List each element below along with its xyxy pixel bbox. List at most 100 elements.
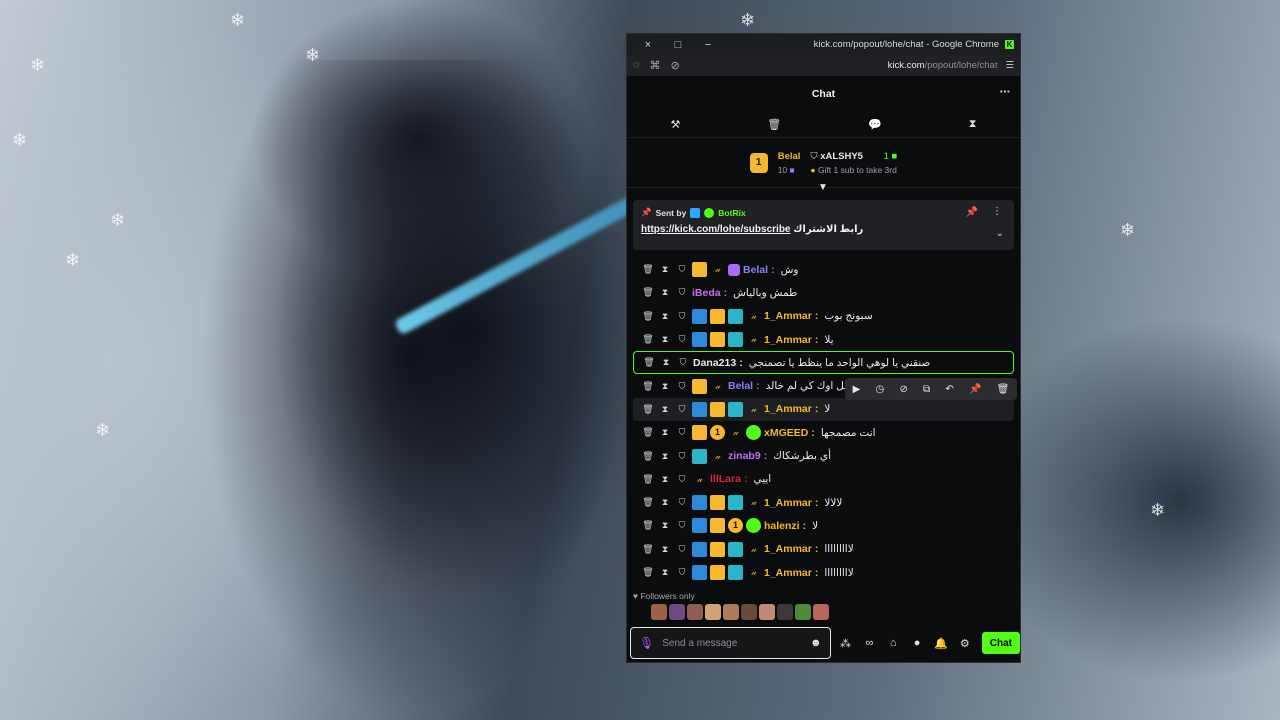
slash-icon[interactable]: ⊘ (899, 384, 907, 395)
reply-icon[interactable]: ↶ (945, 384, 953, 395)
message-username[interactable]: lllLara (710, 473, 741, 485)
shield-icon[interactable]: ⛉ (675, 544, 689, 555)
more-options-icon[interactable]: ⋯ (1000, 86, 1011, 98)
avatar[interactable] (795, 604, 811, 620)
chat-message[interactable]: 🗑 ⧗ ⛉ 𝓊 zinab9: أي بطرشكاك (633, 444, 1014, 467)
chat-message[interactable]: 🗑 ⧗ ⛉ 𝓊 1_Ammar: سبونج بوب (633, 305, 1014, 328)
shield-icon[interactable]: ⛉ (675, 287, 689, 298)
tune-icon[interactable]: ☰ (1005, 60, 1014, 71)
message-username[interactable]: iBeda (692, 287, 721, 299)
shield-icon[interactable]: ⛉ (675, 451, 689, 462)
message-username[interactable]: 1_Ammar (764, 497, 812, 509)
avatar[interactable] (651, 604, 667, 620)
timeout-icon[interactable]: ⧗ (658, 544, 672, 555)
timeout-icon[interactable]: ⧗ (658, 567, 672, 578)
url-field[interactable]: kick.com/popout/lohe/chat (680, 60, 1006, 71)
delete-message-icon[interactable]: 🗑 (641, 427, 655, 438)
chat-bubble-icon[interactable]: ● (908, 637, 926, 649)
shield-icon[interactable]: ⛉ (675, 520, 689, 531)
shield-icon[interactable]: ⛉ (675, 474, 689, 485)
timeout-icon[interactable]: ⧗ (658, 497, 672, 508)
bell-icon[interactable]: 🔔 (932, 637, 950, 650)
avatar[interactable] (777, 604, 793, 620)
top-gifter-name[interactable]: Belal (778, 151, 801, 162)
restore-window-button[interactable]: □ (663, 39, 693, 51)
timeout-icon[interactable]: ⧗ (658, 404, 672, 415)
delete-message-icon[interactable]: 🗑 (641, 544, 655, 555)
message-username[interactable]: Dana213 (693, 357, 736, 369)
timeout-icon[interactable]: ⧗ (658, 334, 672, 345)
chat-bubble-icon[interactable]: 💬 (868, 118, 882, 131)
message-username[interactable]: 1_Ammar (764, 403, 812, 415)
message-username[interactable]: Belal (728, 380, 753, 392)
chat-message[interactable]: 🗑 ⧗ ⛉ 𝓊 1_Ammar: لااااااااا (633, 538, 1014, 561)
shield-icon[interactable]: ⛉ (675, 334, 689, 345)
avatar[interactable] (705, 604, 721, 620)
message-username[interactable]: 1_Ammar (764, 543, 812, 555)
chat-message[interactable]: 🗑 ⧗ ⛉ 1 halenzi: لا (633, 514, 1014, 537)
trash-icon[interactable]: 🗑 (767, 118, 781, 131)
delete-message-icon[interactable]: 🗑 (641, 334, 655, 345)
delete-message-icon[interactable]: 🗑 (641, 451, 655, 462)
timeout-icon[interactable]: ⧗ (658, 474, 672, 485)
trash-icon[interactable]: 🗑 (997, 384, 1010, 395)
chevron-down-icon[interactable]: ⌄ (996, 228, 1004, 239)
store-icon[interactable]: ⌂ (884, 637, 902, 649)
timeout-icon[interactable]: ⧗ (658, 427, 672, 438)
close-window-button[interactable]: × (633, 39, 663, 51)
gear-icon[interactable]: ⚙ (956, 637, 974, 650)
delete-message-icon[interactable]: 🗑 (641, 264, 655, 275)
pin-icon[interactable]: 📌 (969, 384, 981, 395)
minimize-window-button[interactable]: − (693, 39, 723, 51)
delete-message-icon[interactable]: 🗑 (641, 567, 655, 578)
unpin-icon[interactable]: 📌 (966, 207, 978, 218)
message-username[interactable]: 1_Ammar (764, 334, 812, 346)
message-input[interactable] (662, 637, 803, 649)
shield-icon[interactable]: ⛉ (675, 381, 689, 392)
collapse-icon[interactable]: ▼ (818, 182, 828, 193)
delete-message-icon[interactable]: 🗑 (642, 357, 656, 368)
shield-icon[interactable]: ⛉ (675, 567, 689, 578)
copy-icon[interactable]: ⧉ (923, 384, 930, 395)
infinity-icon[interactable]: ∞ (860, 637, 878, 649)
message-username[interactable]: 1_Ammar (764, 310, 812, 322)
shield-icon[interactable]: ⛉ (676, 357, 690, 368)
emoji-icon[interactable]: ☻ (810, 637, 822, 649)
message-username[interactable]: 1_Ammar (764, 567, 812, 579)
message-username[interactable]: zinab9 (728, 450, 761, 462)
send-chat-button[interactable]: Chat (981, 632, 1020, 654)
chat-message[interactable]: 🗑 ⧗ ⛉ 𝓊 1_Ammar: لااااااااا (633, 561, 1014, 584)
avatar[interactable] (723, 604, 739, 620)
timeout-icon[interactable]: ⧗ (658, 451, 672, 462)
hammer-icon[interactable]: ⚒ (670, 118, 680, 131)
second-gifter-name[interactable]: xALSHY5 (820, 151, 863, 162)
microphone-icon[interactable]: 🎙 (639, 636, 654, 650)
avatar[interactable] (687, 604, 703, 620)
delete-message-icon[interactable]: 🗑 (641, 520, 655, 531)
pinned-link[interactable]: https://kick.com/lohe/subscribe (641, 224, 790, 235)
pinned-menu-icon[interactable]: ⋮ (992, 206, 1002, 217)
avatar[interactable] (813, 604, 829, 620)
timeout-icon[interactable]: ⧗ (658, 264, 672, 275)
shield-icon[interactable]: ⛉ (675, 427, 689, 438)
hourglass-icon[interactable]: ⧗ (969, 118, 977, 131)
shield-icon[interactable]: ⛉ (675, 404, 689, 415)
chat-message[interactable]: 🗑 ⧗ ⛉ 𝓊 1_Ammar: لالالا (633, 491, 1014, 514)
timeout-icon[interactable]: ⧗ (658, 520, 672, 531)
delete-message-icon[interactable]: 🗑 (641, 381, 655, 392)
kicks-icon[interactable]: ⁂ (837, 637, 855, 650)
shield-icon[interactable]: ⛉ (675, 264, 689, 275)
chat-message[interactable]: 🗑 ⧗ ⛉ Dana213: صنقني يا لوهي الواحد ما ينظط … (633, 351, 1014, 375)
avatar[interactable] (741, 604, 757, 620)
delete-message-icon[interactable]: 🗑 (641, 474, 655, 485)
shield-icon[interactable]: ⛉ (675, 497, 689, 508)
chat-message[interactable]: 🗑 ⧗ ⛉ 𝓊 lllLara: اييي (633, 468, 1014, 491)
timeout-icon[interactable]: ⧗ (658, 287, 672, 298)
message-username[interactable]: halenzi (764, 520, 800, 532)
eye-off-icon[interactable]: ◌ (633, 59, 640, 72)
chat-message[interactable]: 🗑 ⧗ ⛉ 𝓊 1_Ammar: لا (633, 397, 1014, 422)
delete-message-icon[interactable]: 🗑 (641, 497, 655, 508)
message-username[interactable]: xMGEED (764, 427, 808, 439)
play-icon[interactable]: ▶ (853, 384, 861, 395)
chat-message[interactable]: 🗑 ⧗ ⛉ 1 𝓊 xMGEED: انت مصمجها (633, 421, 1014, 444)
